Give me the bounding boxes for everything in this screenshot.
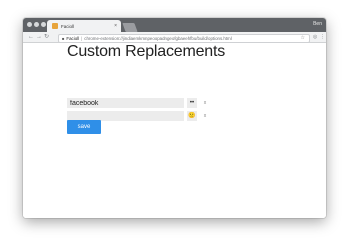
extension-icon[interactable]: ◎ (313, 33, 317, 41)
forward-icon[interactable]: → (36, 33, 42, 41)
bookmark-star-icon[interactable]: ☆ (301, 35, 305, 42)
remove-row-button[interactable]: x (202, 98, 208, 108)
address-bar[interactable]: ■ Facioll | chrome-extension://jindiaemk… (58, 33, 310, 43)
tab-favicon-icon (52, 23, 58, 29)
emoji-picker-button[interactable]: 🙁 (187, 111, 197, 121)
tab-title: Facioll (61, 23, 75, 29)
minimize-window-button[interactable] (34, 22, 39, 27)
close-window-button[interactable] (27, 22, 32, 27)
tab-close-icon[interactable]: × (114, 23, 117, 29)
reload-icon[interactable]: ↻ (44, 33, 49, 41)
new-tab-button[interactable] (122, 23, 138, 32)
zoom-window-button[interactable] (41, 22, 46, 27)
emoji-picker-button[interactable]: •• (187, 98, 197, 108)
menu-icon[interactable]: ⋮ (320, 33, 325, 41)
save-button[interactable]: save (67, 120, 101, 134)
browser-tab[interactable]: Facioll × (47, 20, 121, 32)
browser-toolbar: ← → ↻ ■ Facioll | chrome-extension://jin… (23, 32, 326, 43)
address-separator: | (81, 35, 83, 41)
address-url[interactable]: chrome-extension://jindiaemkmnpeoopadnge… (84, 36, 231, 41)
address-origin-label: Facioll (66, 35, 80, 41)
remove-row-button[interactable]: x (202, 111, 208, 121)
browser-titlebar: Facioll × Ben (23, 18, 326, 32)
extension-page-icon: ■ (62, 35, 65, 41)
back-icon[interactable]: ← (28, 33, 34, 41)
page-title: Custom Replacements (67, 43, 226, 60)
word-input[interactable] (67, 98, 184, 108)
profile-name[interactable]: Ben (313, 21, 322, 27)
